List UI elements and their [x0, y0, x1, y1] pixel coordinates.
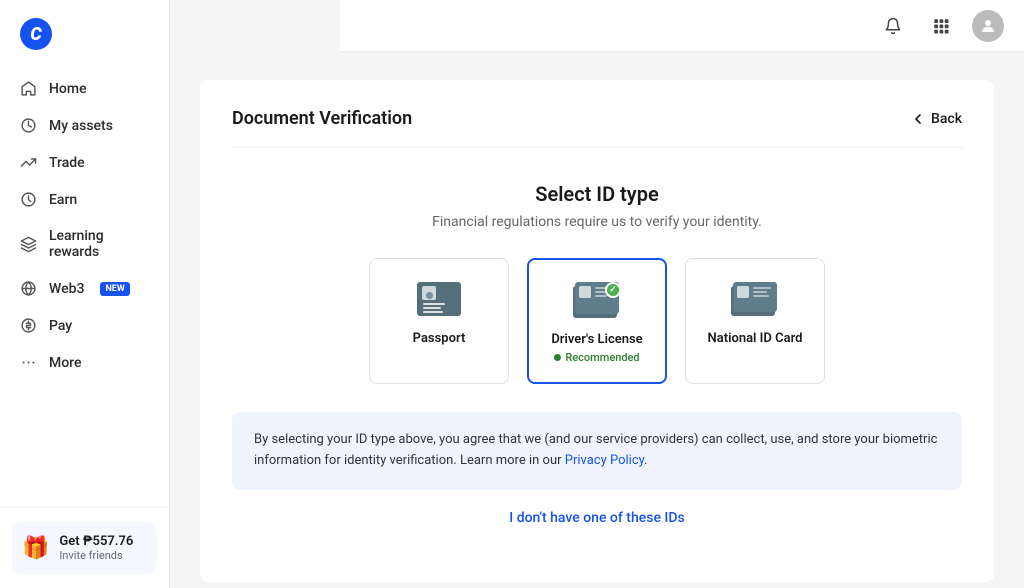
sidebar-item-home[interactable]: Home	[0, 70, 169, 107]
notice-box: By selecting your ID type above, you agr…	[232, 412, 962, 490]
sidebar-item-label: More	[49, 355, 82, 371]
back-button[interactable]: Back	[910, 111, 962, 127]
notice-text: By selecting your ID type above, you agr…	[254, 430, 940, 472]
back-label: Back	[931, 111, 962, 127]
gift-icon: 🎁	[22, 536, 49, 561]
notification-button[interactable]	[876, 9, 910, 43]
drivers-license-label: Driver's License	[551, 332, 642, 347]
web3-icon	[20, 280, 37, 297]
sidebar-item-label: Earn	[49, 192, 77, 208]
sidebar-item-more[interactable]: More	[0, 344, 169, 381]
privacy-policy-link[interactable]: Privacy Policy	[565, 453, 644, 468]
passport-label: Passport	[413, 331, 466, 346]
sidebar-item-web3[interactable]: Web3 NEW	[0, 270, 169, 307]
drivers-license-icon: ✓	[571, 282, 623, 320]
invite-title: Get ₱557.76	[59, 534, 133, 549]
sidebar-item-label: Web3	[49, 281, 84, 297]
new-badge: NEW	[100, 282, 129, 296]
page-title: Document Verification	[232, 108, 412, 129]
select-id-title: Select ID type	[232, 182, 962, 206]
check-icon: ✓	[605, 282, 621, 298]
recommended-badge: Recommended	[554, 351, 639, 364]
sidebar-item-label: Pay	[49, 318, 72, 334]
card-header: Document Verification Back	[232, 108, 962, 148]
content-card: Document Verification Back Select ID typ…	[200, 80, 994, 582]
sidebar-item-pay[interactable]: Pay	[0, 307, 169, 344]
sidebar-footer: 🎁 Get ₱557.76 Invite friends	[0, 507, 169, 588]
invite-text: Get ₱557.76 Invite friends	[59, 534, 133, 562]
sidebar-item-label: My assets	[49, 118, 113, 134]
sidebar-item-trade[interactable]: Trade	[0, 144, 169, 181]
my-assets-icon	[20, 117, 37, 134]
trade-icon	[20, 154, 37, 171]
no-id-link[interactable]: I don't have one of these IDs	[232, 510, 962, 526]
user-avatar[interactable]	[972, 10, 1004, 42]
sidebar-item-my-assets[interactable]: My assets	[0, 107, 169, 144]
invite-card[interactable]: 🎁 Get ₱557.76 Invite friends	[12, 522, 157, 574]
sidebar-item-earn[interactable]: Earn	[0, 181, 169, 218]
id-option-passport[interactable]: Passport	[369, 258, 509, 384]
national-id-label: National ID Card	[708, 331, 803, 346]
app-logo[interactable]: C	[0, 0, 169, 64]
earn-icon	[20, 191, 37, 208]
passport-icon	[413, 281, 465, 319]
main-content: Document Verification Back Select ID typ…	[170, 52, 1024, 588]
sidebar: C Home My assets Trade	[0, 0, 170, 588]
national-id-icon	[729, 281, 781, 319]
id-option-national-id[interactable]: National ID Card	[685, 258, 825, 384]
sidebar-item-label: Trade	[49, 155, 85, 171]
sidebar-nav: Home My assets Trade Earn	[0, 64, 169, 507]
select-id-subtitle: Financial regulations require us to veri…	[232, 214, 962, 230]
id-options: Passport	[232, 258, 962, 384]
sidebar-item-label: Learning rewards	[49, 228, 149, 260]
logo-icon: C	[20, 18, 52, 50]
pay-icon	[20, 317, 37, 334]
invite-subtitle: Invite friends	[59, 549, 133, 562]
sidebar-item-learning-rewards[interactable]: Learning rewards	[0, 218, 169, 270]
grid-button[interactable]	[924, 9, 958, 43]
id-option-drivers-license[interactable]: ✓ Driver's License Recommended	[527, 258, 667, 384]
select-id-section: Select ID type Financial regulations req…	[232, 172, 962, 546]
topbar	[340, 0, 1024, 52]
learning-icon	[20, 236, 37, 253]
home-icon	[20, 80, 37, 97]
more-icon	[20, 354, 37, 371]
sidebar-item-label: Home	[49, 81, 87, 97]
